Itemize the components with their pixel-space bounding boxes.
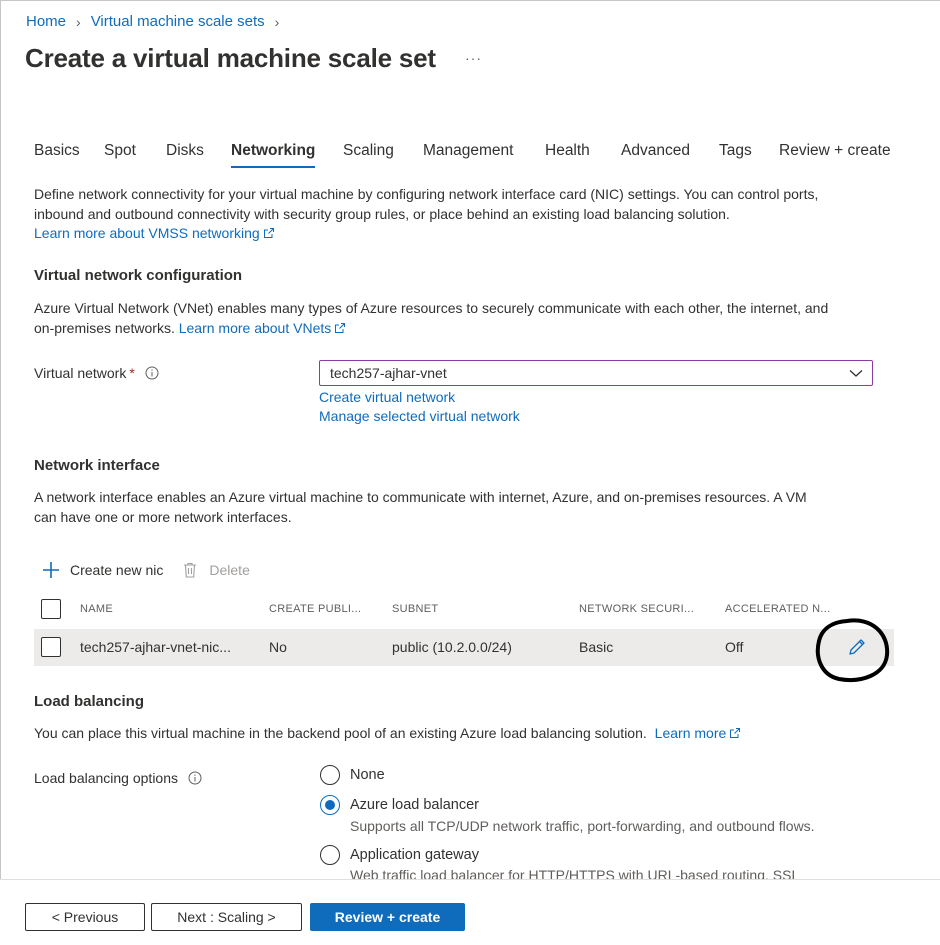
load-balancing-options-text: Load balancing options (34, 770, 179, 786)
more-options-button[interactable]: ··· (465, 50, 482, 66)
networking-intro: Define network connectivity for your vir… (34, 185, 914, 244)
network-interface-heading: Network interface (34, 457, 160, 474)
manage-virtual-network-link[interactable]: Manage selected virtual network (319, 408, 520, 424)
vnet-desc-line-1: Azure Virtual Network (VNet) enables man… (34, 300, 829, 316)
lb-option-alb-label: Azure load balancer (350, 797, 479, 813)
radio-azure-load-balancer[interactable] (320, 795, 340, 815)
chevron-down-icon (849, 370, 863, 377)
column-network-security[interactable]: NETWORK SECURI... (579, 603, 694, 615)
next-scaling-button[interactable]: Next : Scaling > (151, 903, 302, 931)
lb-desc-text: You can place this virtual machine in th… (34, 725, 647, 741)
nic-desc-line-2: can have one or more network interfaces. (34, 508, 292, 525)
lb-option-application-gateway[interactable]: Application gateway (320, 845, 479, 865)
virtual-network-selected-value: tech257-ajhar-vnet (330, 365, 447, 381)
trash-icon (184, 562, 197, 578)
nic-command-bar: Create new nic Delete (42, 557, 250, 583)
intro-line-2: inbound and outbound connectivity with s… (34, 205, 730, 222)
lb-option-none-label: None (350, 767, 385, 783)
virtual-network-label: Virtual network * (34, 365, 159, 381)
breadcrumb-vmss-link[interactable]: Virtual machine scale sets (91, 13, 265, 30)
table-row[interactable]: tech257-ajhar-vnet-nic... No public (10.… (34, 629, 894, 666)
tab-review-create[interactable]: Review + create (779, 140, 891, 168)
radio-application-gateway[interactable] (320, 845, 340, 865)
vnet-config-heading: Virtual network configuration (34, 267, 243, 284)
delete-nic-label: Delete (209, 562, 250, 578)
row-select-checkbox[interactable] (41, 637, 61, 657)
review-create-button[interactable]: Review + create (310, 903, 465, 931)
lb-option-none[interactable]: None (320, 765, 385, 785)
load-balancing-options-label: Load balancing options (34, 770, 202, 786)
previous-button[interactable]: < Previous (25, 903, 145, 931)
vnet-desc-line-2: on-premises networks. (34, 319, 175, 336)
lb-option-alb-description: Supports all TCP/UDP network traffic, po… (350, 818, 815, 834)
nic-grid-header: NAME CREATE PUBLI... SUBNET NETWORK SECU… (34, 597, 894, 623)
chevron-right-icon: › (76, 13, 81, 30)
create-virtual-network-link[interactable]: Create virtual network (319, 389, 455, 405)
chevron-right-icon: › (274, 13, 280, 30)
network-security-cell: Basic (579, 639, 614, 655)
tab-spot[interactable]: Spot (104, 140, 136, 168)
load-balancing-learn-more-link[interactable]: Learn more (655, 725, 741, 741)
info-icon[interactable] (188, 771, 202, 785)
info-icon[interactable] (145, 366, 159, 380)
tab-networking[interactable]: Networking (231, 140, 316, 168)
column-accelerated-networking[interactable]: ACCELERATED N... (725, 603, 830, 615)
nic-description: A network interface enables an Azure vir… (34, 488, 914, 527)
page-title: Create a virtual machine scale set (25, 43, 436, 73)
tab-basics[interactable]: Basics (34, 140, 80, 168)
plus-icon (43, 562, 59, 578)
tab-management[interactable]: Management (423, 140, 513, 168)
select-all-checkbox[interactable] (41, 599, 61, 619)
tab-list: Basics Spot Disks Networking Scaling Man… (34, 140, 934, 170)
column-subnet[interactable]: SUBNET (392, 603, 438, 615)
tab-advanced[interactable]: Advanced (621, 140, 690, 168)
lb-option-azure-load-balancer[interactable]: Azure load balancer (320, 795, 479, 815)
breadcrumb-home-link[interactable]: Home (26, 13, 66, 30)
delete-nic-button[interactable]: Delete (181, 561, 250, 579)
scroll-content[interactable]: Home › Virtual machine scale sets › Crea… (0, 0, 940, 880)
lb-option-appgw-label: Application gateway (350, 847, 479, 863)
tab-health[interactable]: Health (545, 140, 590, 168)
accelerated-networking-cell: Off (725, 639, 744, 655)
load-balancing-description: You can place this virtual machine in th… (34, 724, 914, 744)
column-name[interactable]: NAME (80, 603, 113, 615)
tab-disks[interactable]: Disks (166, 140, 204, 168)
radio-none[interactable] (320, 765, 340, 785)
subnet-cell: public (10.2.0.0/24) (392, 639, 512, 655)
external-link-icon (335, 322, 346, 333)
pencil-icon[interactable] (845, 635, 869, 659)
virtual-network-label-text: Virtual network (34, 365, 127, 381)
wizard-footer: < Previous Next : Scaling > Review + cre… (0, 879, 940, 945)
learn-more-vnets-link[interactable]: Learn more about VNets (179, 320, 346, 336)
create-new-nic-button[interactable]: Create new nic (42, 561, 163, 579)
external-link-icon (730, 728, 741, 738)
nic-name-cell: tech257-ajhar-vnet-nic... (80, 639, 231, 655)
virtual-network-select[interactable]: tech257-ajhar-vnet (319, 360, 873, 386)
create-new-nic-label: Create new nic (70, 562, 164, 578)
tab-scaling[interactable]: Scaling (343, 140, 394, 168)
vnet-description: Azure Virtual Network (VNet) enables man… (34, 299, 914, 338)
learn-more-vmss-networking-link[interactable]: Learn more about VMSS networking (34, 225, 274, 241)
external-link-icon (263, 228, 274, 238)
create-public-ip-cell: No (269, 639, 287, 655)
load-balancing-heading: Load balancing (34, 693, 145, 710)
breadcrumb: Home › Virtual machine scale sets › (26, 13, 289, 30)
tab-tags[interactable]: Tags (719, 140, 752, 168)
required-asterisk: * (129, 365, 135, 381)
nic-desc-line-1: A network interface enables an Azure vir… (34, 489, 807, 505)
intro-line-1: Define network connectivity for your vir… (34, 186, 819, 202)
column-create-public-ip[interactable]: CREATE PUBLI... (269, 603, 361, 615)
